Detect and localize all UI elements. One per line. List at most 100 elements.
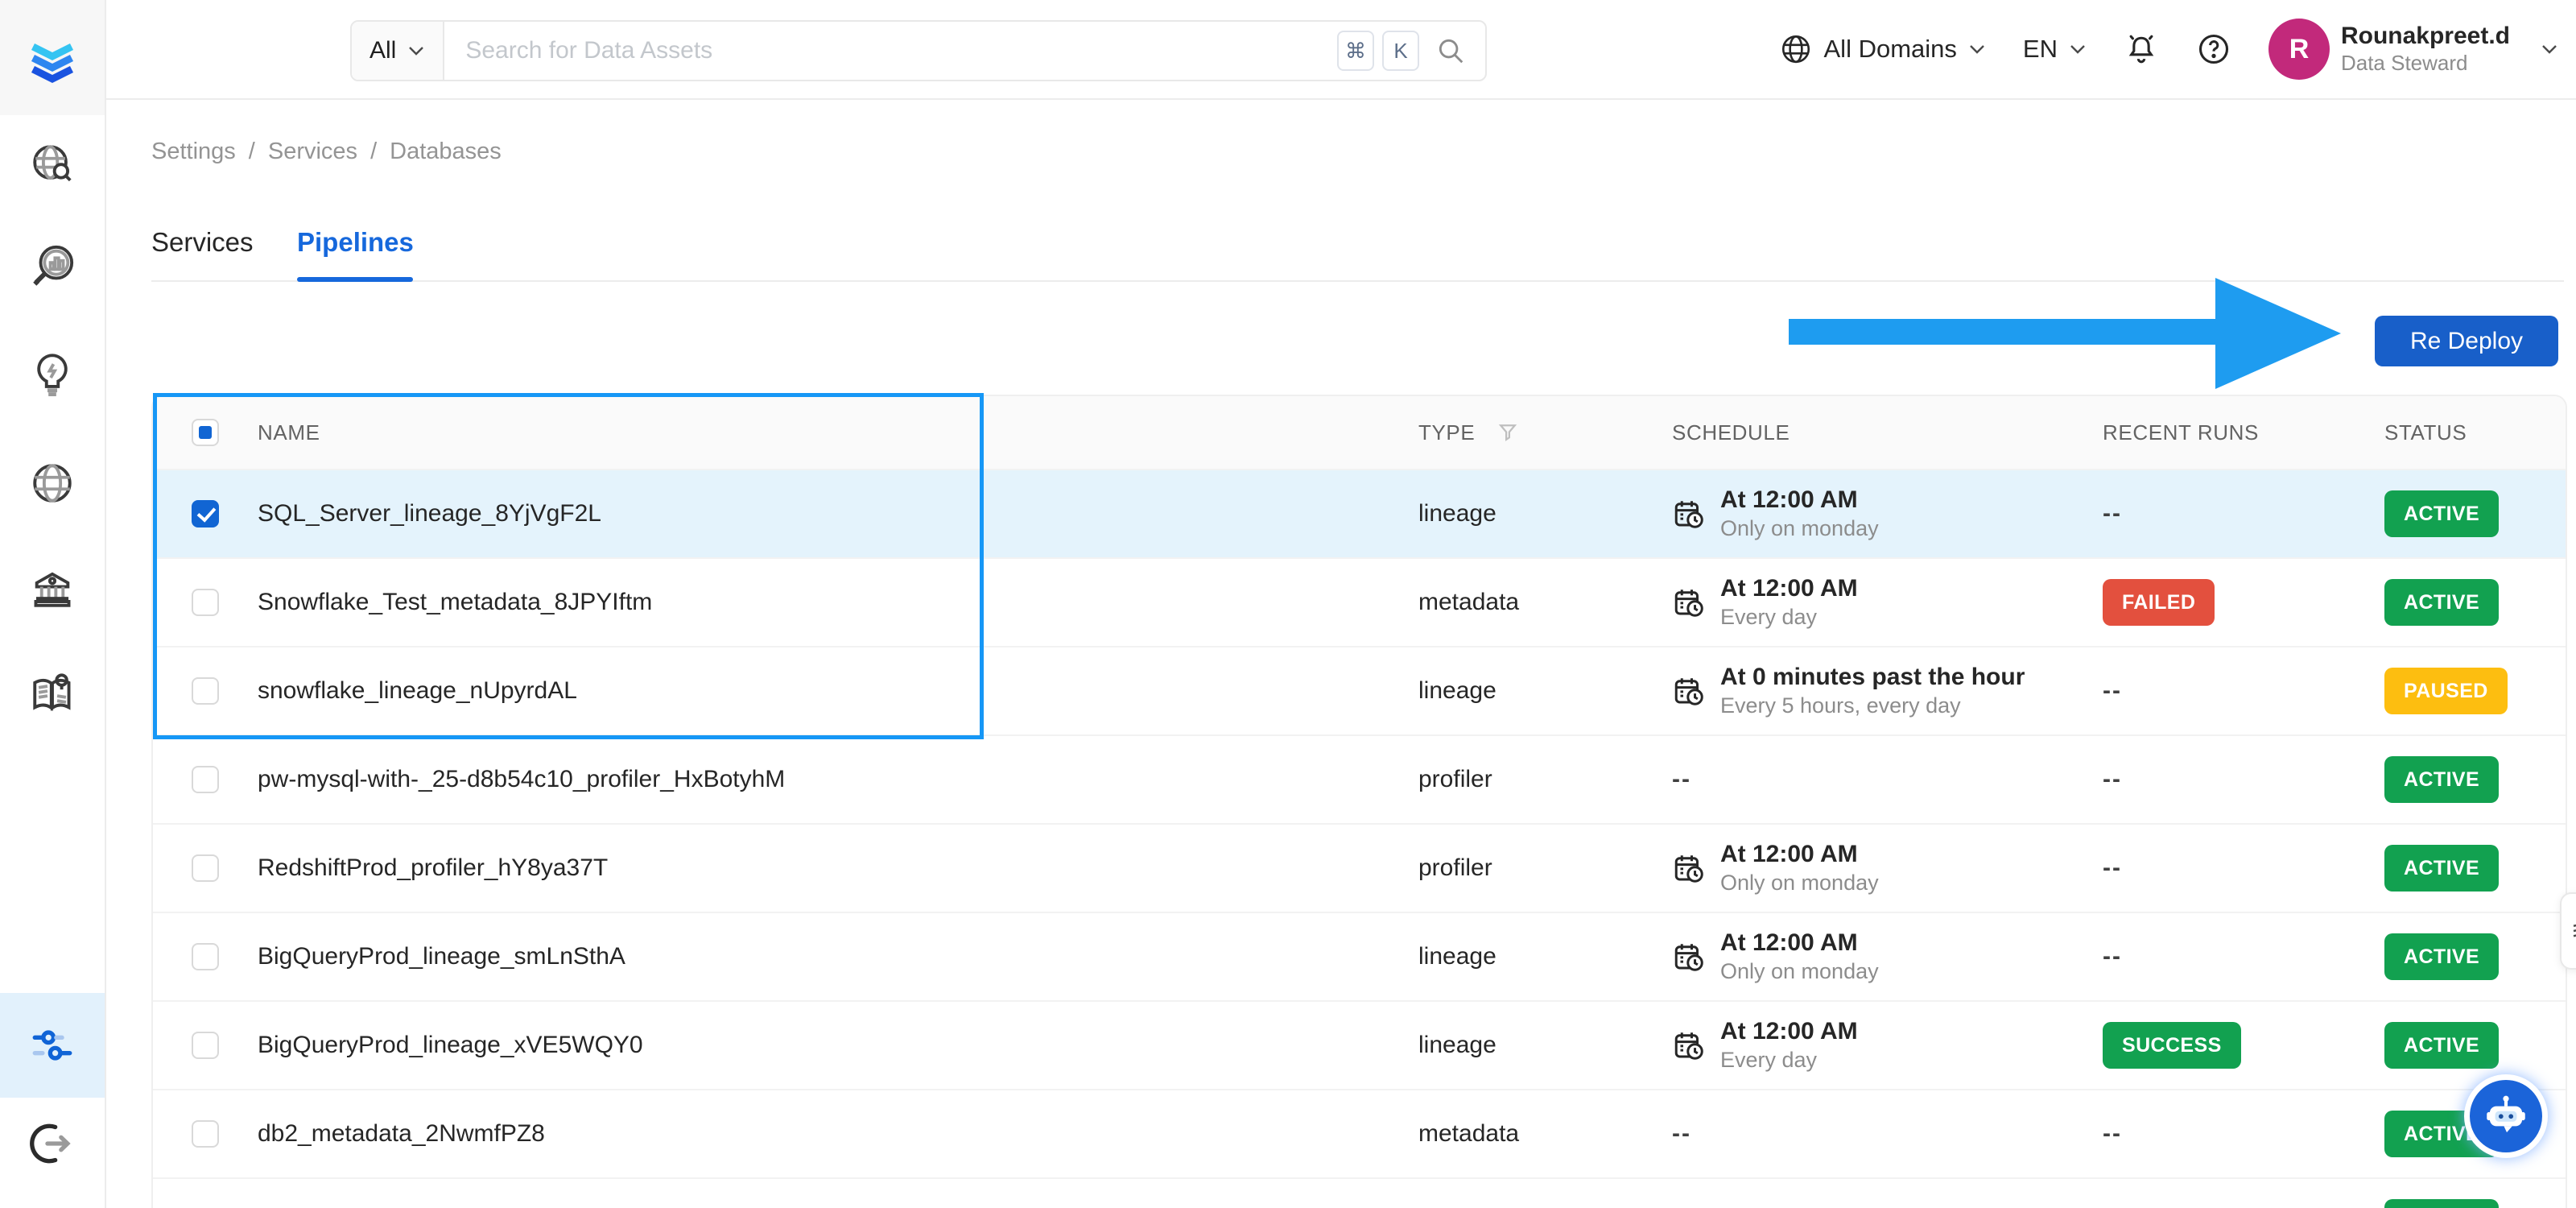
language-dropdown[interactable]: EN (2023, 35, 2087, 64)
table-row[interactable]: BigQueryProd_lineage_xVE5WQY0 lineage At… (153, 1000, 2566, 1089)
table-row[interactable]: Snowflake_Test_metadata_8JPYIftm metadat… (153, 557, 2566, 646)
table-row[interactable]: db2_metadata_2NwmfPZ8 metadata -- -- ACT… (153, 1089, 2566, 1177)
search-scope-select[interactable]: All (352, 22, 445, 80)
calendar-clock-icon (1674, 501, 1703, 528)
bell-icon (2128, 35, 2154, 64)
notifications-button[interactable] (2124, 31, 2159, 67)
row-checkbox[interactable] (192, 589, 219, 616)
topbar: All ⌘ K All Domains EN (105, 0, 2576, 100)
domains-label: All Domains (1823, 35, 1957, 63)
schedule-time: At 12:00 AM (1720, 841, 1858, 868)
schedule-frequency: Every day (1720, 604, 1818, 629)
globe-icon (1781, 35, 1810, 64)
global-search-bar: All ⌘ K (350, 20, 1487, 81)
pipeline-type: profiler (1418, 854, 1492, 881)
recent-runs-cell: -- (2103, 943, 2122, 970)
breadcrumb-settings[interactable]: Settings (151, 139, 236, 165)
recent-runs-cell: -- (2103, 1120, 2122, 1147)
schedule-frequency: Only on monday (1720, 958, 1879, 983)
schedule-frequency: Only on monday (1720, 870, 1879, 895)
recent-runs-cell: -- (2103, 500, 2122, 527)
pipeline-name: pw-mysql-with-_25-d8b54c10_profiler_HxBo… (258, 766, 786, 792)
sidebar-item-explore[interactable] (0, 119, 105, 209)
recent-runs-cell: FAILED (2103, 579, 2384, 626)
table-row[interactable]: pw-mysql-with-_25-d8b54c10_profiler_HxBo… (153, 734, 2566, 823)
logout-icon (30, 1123, 71, 1164)
pipeline-type: profiler (1418, 766, 1492, 792)
redeploy-button[interactable]: Re Deploy (2375, 316, 2558, 366)
pipeline-name: db2_metadata_2NwmfPZ8 (258, 1120, 545, 1147)
bank-icon (34, 572, 71, 607)
schedule-frequency: Every 5 hours, every day (1720, 693, 1961, 718)
annotation-arrow (1789, 278, 2341, 389)
command-key: ⌘ (1337, 31, 1374, 71)
breadcrumb-services[interactable]: Services (268, 139, 357, 165)
row-checkbox[interactable] (192, 943, 219, 970)
row-checkbox[interactable] (192, 500, 219, 527)
sidebar-item-logout[interactable] (0, 1098, 105, 1189)
chevron-down-icon (2070, 45, 2085, 54)
filter-icon[interactable] (1496, 420, 1520, 445)
row-checkbox[interactable] (192, 677, 219, 705)
pipeline-name: snowflake_lineage_nUpyrdAL (258, 677, 577, 704)
openmetadata-logo[interactable] (0, 0, 105, 115)
pipeline-type: lineage (1418, 677, 1496, 704)
select-all-checkbox[interactable] (192, 419, 219, 446)
row-checkbox[interactable] (192, 1032, 219, 1059)
tab-services[interactable]: Services (151, 227, 254, 258)
schedule-time: At 12:00 AM (1720, 1018, 1858, 1045)
pipeline-type: metadata (1418, 589, 1520, 615)
tab-pipelines[interactable]: Pipelines (297, 227, 414, 258)
row-checkbox[interactable] (192, 766, 219, 793)
recent-runs-cell: -- (2103, 677, 2122, 704)
schedule-cell: At 12:00 AM Only on monday (1672, 839, 2103, 896)
table-row[interactable]: snowflake_lineage_nUpyrdAL lineage At 0 … (153, 646, 2566, 734)
status-badge: ACTIVE (2384, 1022, 2500, 1069)
sidebar-item-settings[interactable] (0, 993, 105, 1098)
search-scope-value: All (369, 37, 397, 64)
calendar-clock-icon (1674, 590, 1703, 617)
table-row[interactable]: SQL_Server_lineage_8YjVgF2L lineage At 1… (153, 469, 2566, 557)
pipeline-type: lineage (1418, 1032, 1496, 1058)
table-row[interactable]: BigQueryProd_lineage_smLnSthA lineage At… (153, 912, 2566, 1000)
recent-runs-cell: -- (2103, 766, 2122, 792)
schedule-frequency: Only on monday (1720, 515, 1879, 540)
search-input[interactable] (444, 37, 1337, 64)
sidebar-item-govern[interactable] (0, 544, 105, 634)
announcement-widget[interactable] (2560, 892, 2576, 970)
table-header-row: NAME TYPE SCHEDULE RECENT RUNS STATUS (153, 396, 2566, 469)
pipeline-type: lineage (1418, 500, 1496, 527)
user-menu[interactable]: R Rounakpreet.d Data Steward (2268, 19, 2558, 80)
help-button[interactable] (2196, 31, 2231, 67)
search-icon[interactable] (1435, 35, 1466, 66)
column-header-recent-runs: RECENT RUNS (2103, 420, 2259, 445)
topbar-right-cluster: All Domains EN R Rounakpreet.d Data Stew… (1779, 0, 2559, 98)
domains-dropdown[interactable]: All Domains (1779, 32, 1986, 66)
schedule-cell: At 12:00 AM Only on monday (1672, 485, 2103, 542)
pipelines-table: NAME TYPE SCHEDULE RECENT RUNS STATUS SQ… (151, 395, 2567, 1208)
schedule-time: At 12:00 AM (1720, 929, 1858, 957)
status-badge: ACTIVE (2384, 579, 2500, 626)
table-row[interactable]: meetup_lineage_gBY60YKq lineage -- -- AC… (153, 1177, 2566, 1208)
sidebar-item-observability[interactable] (0, 221, 105, 312)
pipeline-name: Snowflake_Test_metadata_8JPYIftm (258, 589, 653, 615)
sidebar-item-domains[interactable] (0, 438, 105, 528)
schedule-cell: -- (1672, 1120, 1691, 1147)
status-badge: ACTIVE (2384, 933, 2500, 980)
user-role: Data Steward (2340, 50, 2468, 75)
sidebar-item-insights[interactable] (0, 328, 105, 418)
run-status-badge: FAILED (2103, 579, 2215, 626)
schedule-cell: At 12:00 AM Every day (1672, 573, 2103, 631)
sidebar-item-learn[interactable] (0, 648, 105, 738)
row-checkbox[interactable] (192, 854, 219, 882)
open-book-lightbulb-icon (33, 673, 71, 712)
avatar: R (2268, 19, 2330, 80)
k-key: K (1382, 31, 1419, 71)
chatbot-button[interactable] (2464, 1074, 2548, 1158)
tab-divider (151, 280, 2564, 282)
status-badge: ACTIVE (2384, 756, 2500, 803)
table-row[interactable]: RedshiftProd_profiler_hY8ya37T profiler … (153, 823, 2566, 912)
pipeline-name: BigQueryProd_lineage_smLnSthA (258, 943, 625, 970)
row-checkbox[interactable] (192, 1120, 219, 1148)
chevron-down-icon (409, 47, 424, 56)
